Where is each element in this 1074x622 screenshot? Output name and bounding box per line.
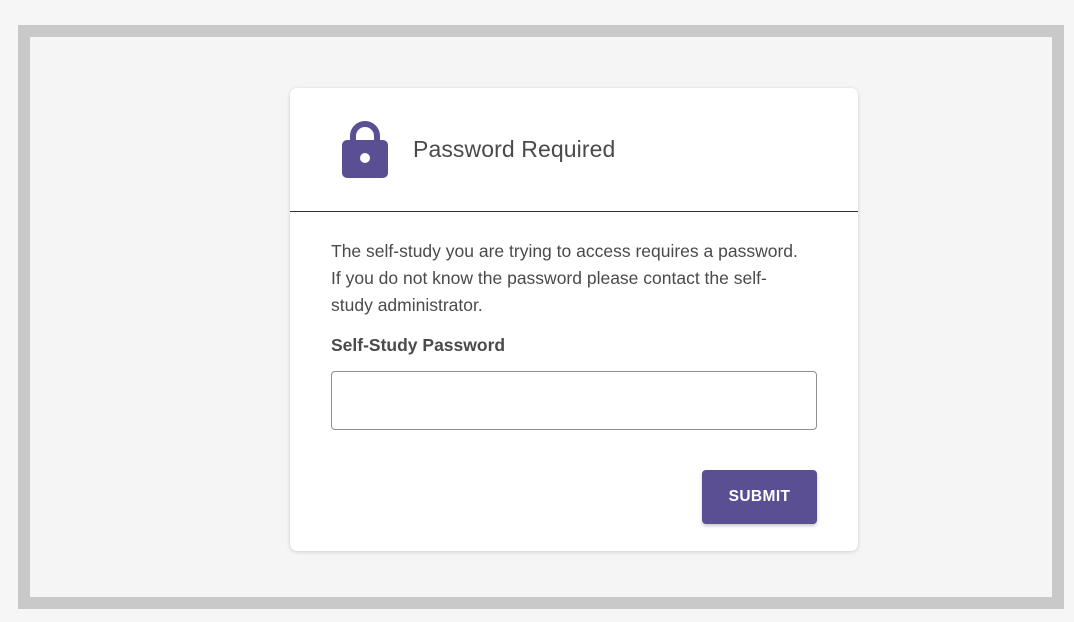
submit-button[interactable]: SUBMIT [702,470,817,524]
password-dialog: Password Required The self-study you are… [290,88,858,551]
password-input[interactable] [331,371,817,430]
dialog-description: The self-study you are trying to access … [331,241,798,315]
password-label: Self-Study Password [331,335,506,355]
dialog-body: The self-study you are trying to access … [331,238,817,430]
dialog-title: Password Required [413,136,616,162]
dialog-header: Password Required [290,88,858,212]
lock-icon [342,121,388,178]
